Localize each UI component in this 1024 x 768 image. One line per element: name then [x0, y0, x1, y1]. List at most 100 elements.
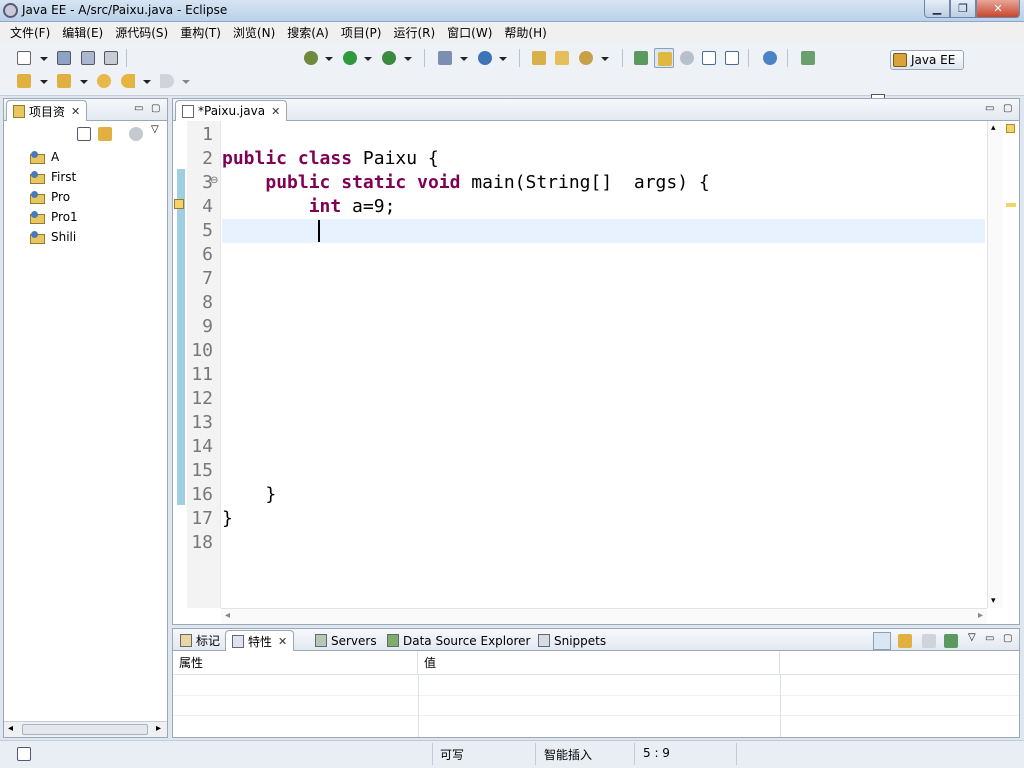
chevron-down-icon[interactable]: ▽ — [968, 632, 976, 643]
new-web-service-icon[interactable] — [477, 50, 493, 66]
annotation-ruler[interactable] — [173, 121, 187, 608]
tree-item-project[interactable]: Pro1 — [30, 208, 78, 226]
tab-paixu-java[interactable]: *Paixu.java ✕ — [175, 100, 288, 121]
open-type-icon[interactable] — [531, 50, 547, 66]
scroll-left-icon[interactable]: ◂ — [8, 723, 13, 734]
fold-collapse-icon[interactable]: ⊖ — [210, 175, 218, 186]
scroll-right-icon[interactable]: ▸ — [978, 610, 983, 621]
new-dropdown-icon[interactable] — [40, 57, 48, 61]
menu-edit[interactable]: 编辑(E) — [56, 24, 109, 41]
perspective-java-ee-button[interactable]: Java EE — [890, 50, 964, 70]
view-menu-icon[interactable] — [128, 126, 144, 142]
warning-icon[interactable] — [174, 199, 184, 209]
close-icon[interactable]: ✕ — [271, 105, 280, 118]
close-icon[interactable]: ✕ — [278, 635, 287, 648]
previous-annotation-dropdown-icon[interactable] — [80, 80, 88, 84]
menu-refactor[interactable]: 重构(T) — [174, 24, 227, 41]
scroll-up-icon[interactable]: ▴ — [991, 123, 996, 133]
minimize-view-icon[interactable]: ▭ — [985, 633, 994, 644]
close-button[interactable]: ✕ — [976, 0, 1020, 18]
filter-icon[interactable] — [897, 633, 913, 649]
debug-dropdown-icon[interactable] — [325, 57, 333, 61]
previous-annotation-icon[interactable] — [56, 73, 72, 89]
explorer-horizontal-scrollbar[interactable]: ◂ ▸ — [4, 721, 167, 737]
editor-body[interactable]: 1 2 3 4 5 6 7 8 9 10 11 12 13 14 15 16 17 18 public class… — [173, 121, 1019, 624]
show-categories-icon[interactable] — [873, 632, 891, 650]
code-area[interactable]: public class Paixu { public static void … — [222, 121, 985, 608]
block-selection-icon[interactable] — [701, 50, 717, 66]
menu-file[interactable]: 文件(F) — [4, 24, 56, 41]
scroll-left-icon[interactable]: ◂ — [225, 610, 230, 621]
mark-occurrences-icon[interactable] — [654, 48, 674, 68]
column-header-property[interactable]: 属性 — [173, 651, 418, 675]
toggle-ant-editor-icon[interactable] — [633, 50, 649, 66]
next-annotation-icon[interactable] — [16, 73, 32, 89]
pin-icon[interactable] — [943, 633, 959, 649]
forward-dropdown-icon[interactable] — [182, 80, 190, 84]
minimize-button[interactable]: ▁ — [924, 0, 950, 18]
show-whitespace-icon[interactable] — [679, 50, 695, 66]
server-sync-icon[interactable] — [800, 50, 816, 66]
minimize-view-icon[interactable]: ▭ — [134, 103, 143, 114]
print-icon[interactable] — [103, 50, 119, 66]
new-server-icon[interactable] — [437, 50, 453, 66]
menu-run[interactable]: 运行(R) — [387, 24, 441, 41]
save-icon[interactable] — [56, 50, 72, 66]
tree-item-project[interactable]: Pro — [30, 188, 70, 206]
tree-item-project[interactable]: First — [30, 168, 76, 186]
collapse-all-icon[interactable] — [76, 126, 92, 142]
tab-snippets[interactable]: Snippets — [532, 630, 612, 651]
menu-search[interactable]: 搜索(A) — [281, 24, 335, 41]
editor-horizontal-scrollbar[interactable]: ◂ ▸ — [221, 608, 987, 624]
external-tools-dropdown-icon[interactable] — [404, 57, 412, 61]
open-folder-icon[interactable] — [554, 50, 570, 66]
scroll-thumb[interactable] — [22, 724, 148, 735]
overview-marker[interactable] — [1006, 203, 1016, 207]
menu-navigate[interactable]: 浏览(N) — [227, 24, 281, 41]
fast-view-icon[interactable] — [16, 746, 32, 762]
search-tool-icon[interactable] — [578, 50, 594, 66]
next-annotation-dropdown-icon[interactable] — [40, 80, 48, 84]
menu-source[interactable]: 源代码(S) — [109, 24, 174, 41]
forward-icon[interactable] — [159, 73, 175, 89]
overview-warning-icon[interactable] — [1006, 124, 1015, 133]
back-dropdown-icon[interactable] — [143, 80, 151, 84]
last-edit-icon[interactable] — [96, 73, 112, 89]
new-server-dropdown-icon[interactable] — [460, 57, 468, 61]
tab-project-explorer[interactable]: 项目资 ✕ — [6, 100, 88, 121]
chevron-down-icon[interactable]: ▽ — [151, 124, 159, 135]
maximize-view-icon[interactable]: ▢ — [151, 103, 160, 114]
editor-vertical-scrollbar[interactable]: ▴ ▾ — [987, 121, 1003, 608]
scroll-down-icon[interactable]: ▾ — [991, 596, 996, 606]
scroll-right-icon[interactable]: ▸ — [156, 723, 161, 734]
tree-item-project[interactable]: Shili — [30, 228, 76, 246]
tree-item-project[interactable]: A — [30, 148, 59, 166]
maximize-button[interactable]: ❐ — [950, 0, 976, 18]
new-icon[interactable] — [16, 50, 32, 66]
tab-data-source-explorer[interactable]: Data Source Explorer — [381, 630, 536, 651]
web-service-dropdown-icon[interactable] — [499, 57, 507, 61]
minimize-view-icon[interactable]: ▭ — [985, 103, 994, 114]
tab-markers[interactable]: 标记 — [174, 630, 226, 651]
back-icon[interactable] — [120, 73, 136, 89]
tab-properties[interactable]: 特性 ✕ — [225, 630, 295, 651]
save-all-icon[interactable] — [80, 50, 96, 66]
close-icon[interactable]: ✕ — [71, 105, 80, 118]
maximize-view-icon[interactable]: ▢ — [1003, 633, 1012, 644]
search-dropdown-icon[interactable] — [601, 57, 609, 61]
menu-window[interactable]: 窗口(W) — [441, 24, 498, 41]
tab-servers[interactable]: Servers — [309, 630, 383, 651]
maximize-view-icon[interactable]: ▢ — [1003, 103, 1012, 114]
overview-ruler[interactable] — [1003, 121, 1019, 608]
run-dropdown-icon[interactable] — [364, 57, 372, 61]
run-icon[interactable] — [342, 50, 358, 66]
pilcrow-icon[interactable] — [724, 50, 740, 66]
debug-icon[interactable] — [303, 50, 319, 66]
link-with-editor-icon[interactable] — [97, 126, 113, 142]
external-tools-icon[interactable] — [381, 50, 397, 66]
column-header-value[interactable]: 值 — [418, 651, 780, 675]
menu-project[interactable]: 项目(P) — [335, 24, 388, 41]
menu-help[interactable]: 帮助(H) — [498, 24, 552, 41]
restore-default-icon[interactable] — [921, 633, 937, 649]
globe-icon[interactable] — [762, 50, 778, 66]
